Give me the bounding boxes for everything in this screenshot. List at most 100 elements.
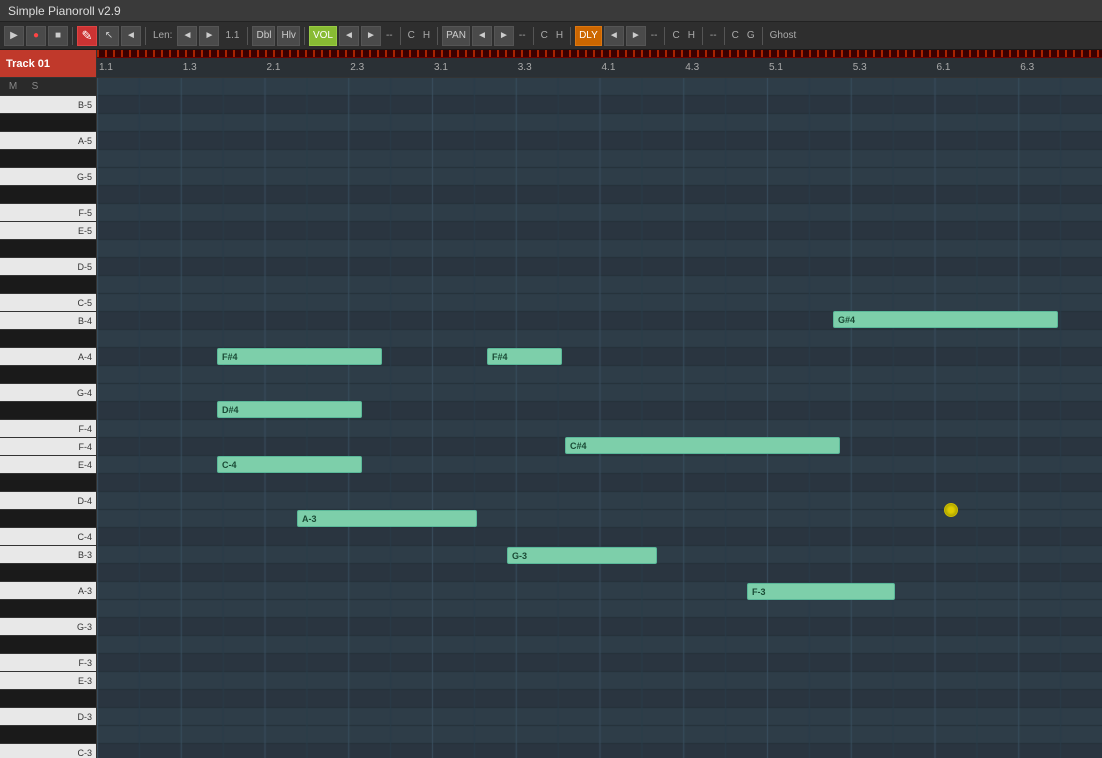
piano-key-C-5[interactable]: C-5 — [0, 294, 96, 312]
piano-key-A-3[interactable]: A-3 — [0, 582, 96, 600]
pan-next-button[interactable]: ► — [494, 26, 514, 46]
piano-key-black[interactable] — [0, 240, 96, 258]
sep9 — [664, 27, 665, 45]
piano-key-C-4[interactable]: C-4 — [0, 528, 96, 546]
vol-next-button[interactable]: ► — [361, 26, 381, 46]
len-prev-button[interactable]: ◄ — [177, 26, 197, 46]
note-Gsharp4[interactable]: G#4 — [833, 311, 1058, 328]
piano-key-black[interactable] — [0, 114, 96, 132]
note-label: F#4 — [492, 352, 508, 362]
piano-key-black[interactable] — [0, 600, 96, 618]
note-Fsharp4[interactable]: F#4 — [487, 348, 562, 365]
len-label: Len: — [150, 30, 175, 41]
piano-key-black[interactable] — [0, 636, 96, 654]
measure-ruler: 1.11.32.12.33.13.34.14.35.15.36.16.37.1 — [97, 58, 1102, 78]
sep2 — [145, 27, 146, 45]
play-button[interactable]: ▶ — [4, 26, 24, 46]
solo-button[interactable]: S — [28, 81, 42, 92]
piano-key-D-5[interactable]: D-5 — [0, 258, 96, 276]
sep8 — [570, 27, 571, 45]
piano-key-E-3[interactable]: E-3 — [0, 672, 96, 690]
len-next-button[interactable]: ► — [199, 26, 219, 46]
ruler-mark-1-1: 1.1 — [99, 62, 113, 73]
hlv-button[interactable]: Hlv — [277, 26, 299, 46]
piano-key-black[interactable] — [0, 564, 96, 582]
piano-key-black[interactable] — [0, 726, 96, 744]
record-button[interactable]: ● — [26, 26, 46, 46]
piano-key-D-4[interactable]: D-4 — [0, 492, 96, 510]
track-area: Track 01 M S B-5A-5G-5F-5E-5D-5C-5B-4A-4… — [0, 50, 1102, 758]
piano-key-black[interactable] — [0, 330, 96, 348]
piano-key-black[interactable] — [0, 366, 96, 384]
ruler-mark-6-3: 6.3 — [1020, 62, 1034, 73]
piano-key-B-4[interactable]: B-4 — [0, 312, 96, 330]
piano-key-A-5[interactable]: A-5 — [0, 132, 96, 150]
sep3 — [247, 27, 248, 45]
piano-key-C-3[interactable]: C-3 — [0, 744, 96, 758]
note-Fsharp4[interactable]: F#4 — [217, 348, 382, 365]
piano-key-G-5[interactable]: G-5 — [0, 168, 96, 186]
dly-button[interactable]: DLY — [575, 26, 602, 46]
piano-key-black[interactable] — [0, 276, 96, 294]
piano-keys-panel: Track 01 M S B-5A-5G-5F-5E-5D-5C-5B-4A-4… — [0, 50, 97, 758]
vol-button[interactable]: VOL — [309, 26, 337, 46]
vol-prev-button[interactable]: ◄ — [339, 26, 359, 46]
piano-key-black[interactable] — [0, 150, 96, 168]
ms-row: M S — [0, 78, 96, 96]
note-F3[interactable]: F-3 — [747, 583, 895, 600]
piano-key-F-4[interactable]: F-4 — [0, 420, 96, 438]
sep11 — [724, 27, 725, 45]
piano-key-F-4[interactable]: F-4 — [0, 438, 96, 456]
toolbar: ▶ ● ■ ✎ ↖ ◄ Len: ◄ ► 1.1 Dbl Hlv VOL ◄ ►… — [0, 22, 1102, 50]
note-label: F#4 — [222, 352, 238, 362]
note-label: A-3 — [302, 514, 317, 524]
piano-key-black[interactable] — [0, 186, 96, 204]
ruler-mark-2-1: 2.1 — [267, 62, 281, 73]
note-C4[interactable]: C-4 — [217, 456, 362, 473]
select-tool-button[interactable]: ↖ — [99, 26, 119, 46]
piano-key-E-5[interactable]: E-5 — [0, 222, 96, 240]
ruler-mark-3-1: 3.1 — [434, 62, 448, 73]
piano-key-G-4[interactable]: G-4 — [0, 384, 96, 402]
note-Csharp4[interactable]: C#4 — [565, 437, 840, 454]
len-value: 1.1 — [221, 30, 243, 41]
dly-next-button[interactable]: ► — [626, 26, 646, 46]
pan-dots: -- — [516, 30, 529, 41]
piano-key-F-3[interactable]: F-3 — [0, 654, 96, 672]
dly-prev-button[interactable]: ◄ — [604, 26, 624, 46]
note-G3[interactable]: G-3 — [507, 547, 657, 564]
h-label1: H — [420, 30, 433, 41]
mute-button[interactable]: M — [6, 81, 20, 92]
piano-key-E-4[interactable]: E-4 — [0, 456, 96, 474]
piano-key-black[interactable] — [0, 510, 96, 528]
stop-button[interactable]: ■ — [48, 26, 68, 46]
notes-container: F#4 F#4 D#4 C-4 C#4 A-3 G-3 G#4 F-3 — [97, 78, 1102, 758]
sep6 — [437, 27, 438, 45]
note-label: G#4 — [838, 315, 855, 325]
pan-button[interactable]: PAN — [442, 26, 470, 46]
piano-key-black[interactable] — [0, 402, 96, 420]
dbl-button[interactable]: Dbl — [252, 26, 275, 46]
grid-area[interactable]: 1.11.32.12.33.13.34.14.35.15.36.16.37.1 … — [97, 50, 1102, 758]
pan-prev-button[interactable]: ◄ — [472, 26, 492, 46]
note-label: F-3 — [752, 587, 766, 597]
piano-key-B-5[interactable]: B-5 — [0, 96, 96, 114]
note-Dsharp4[interactable]: D#4 — [217, 401, 362, 418]
erase-tool-button[interactable]: ◄ — [121, 26, 141, 46]
piano-key-G-3[interactable]: G-3 — [0, 618, 96, 636]
piano-key-A-4[interactable]: A-4 — [0, 348, 96, 366]
sep5 — [400, 27, 401, 45]
progress-bar-strip — [97, 50, 1102, 58]
piano-key-D-3[interactable]: D-3 — [0, 708, 96, 726]
piano-key-black[interactable] — [0, 690, 96, 708]
piano-key-B-3[interactable]: B-3 — [0, 546, 96, 564]
c-label4: C — [729, 30, 742, 41]
draw-tool-button[interactable]: ✎ — [77, 26, 97, 46]
ruler-mark-3-3: 3.3 — [518, 62, 532, 73]
ruler-mark-5-3: 5.3 — [853, 62, 867, 73]
note-A3[interactable]: A-3 — [297, 510, 477, 527]
piano-key-black[interactable] — [0, 474, 96, 492]
piano-key-F-5[interactable]: F-5 — [0, 204, 96, 222]
piano-roll-grid[interactable]: F#4 F#4 D#4 C-4 C#4 A-3 G-3 G#4 F-3 — [97, 78, 1102, 758]
title-bar: Simple Pianoroll v2.9 — [0, 0, 1102, 22]
